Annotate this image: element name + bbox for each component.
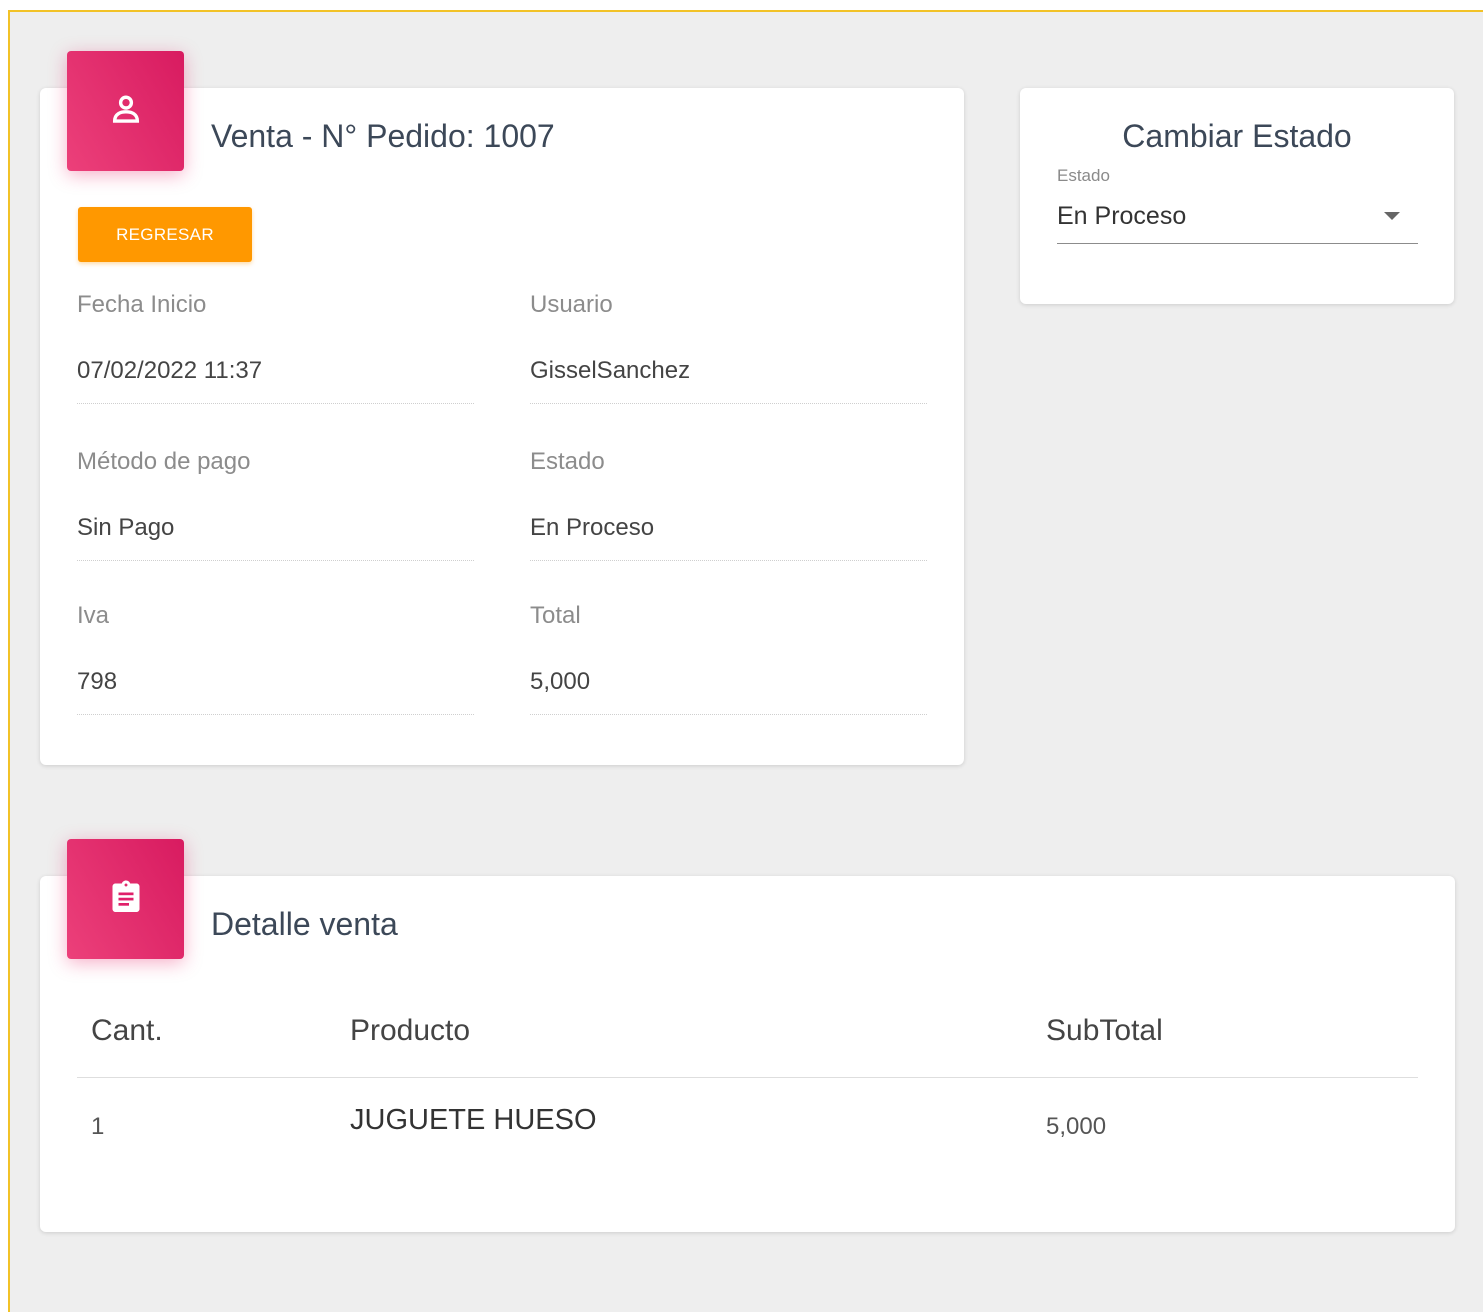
table-separator [77,1077,1418,1078]
column-header-subtotal: SubTotal [1046,1014,1163,1047]
venta-card-title: Venta - N° Pedido: 1007 [211,118,555,154]
cell-cant: 1 [91,1113,105,1140]
fecha-inicio-label: Fecha Inicio [77,291,207,318]
venta-icon-badge [67,51,184,171]
detalle-venta-card: Detalle venta Cant. Producto SubTotal 1 … [40,876,1455,1232]
iva-label: Iva [77,602,110,629]
cell-producto: JUGUETE HUESO [350,1104,597,1136]
person-icon [109,92,143,131]
cambiar-estado-title: Cambiar Estado [1122,118,1352,154]
usuario-label: Usuario [530,291,613,318]
cambiar-estado-card: Cambiar Estado Estado En Proceso [1020,88,1454,304]
column-header-cant: Cant. [91,1014,163,1047]
field-underline [77,714,474,715]
field-usuario: Usuario GisselSanchez [530,291,927,404]
total-value: 5,000 [530,668,591,695]
field-underline [77,560,474,561]
metodo-pago-value: Sin Pago [77,514,175,541]
cell-subtotal: 5,000 [1046,1113,1107,1140]
field-underline [530,714,927,715]
field-estado: Estado En Proceso [530,448,927,561]
estado-select-label: Estado [1057,166,1110,185]
venta-card: Venta - N° Pedido: 1007 REGRESAR Fecha I… [40,88,964,765]
fecha-inicio-value: 07/02/2022 11:37 [77,357,263,384]
estado-select-value: En Proceso [1057,202,1187,230]
detalle-icon-badge [67,839,184,959]
estado-value: En Proceso [530,514,655,541]
estado-select[interactable]: En Proceso [1057,200,1418,244]
clipboard-icon [108,878,144,921]
iva-value: 798 [77,668,118,695]
field-underline [530,560,927,561]
column-header-producto: Producto [350,1014,471,1047]
field-underline [77,403,474,404]
field-total: Total 5,000 [530,602,927,715]
caret-down-icon[interactable] [1384,212,1400,220]
total-label: Total [530,602,581,629]
usuario-value: GisselSanchez [530,357,691,384]
metodo-pago-label: Método de pago [77,448,251,475]
field-underline [530,403,927,404]
field-fecha-inicio: Fecha Inicio 07/02/2022 11:37 [77,291,474,404]
field-metodo-pago: Método de pago Sin Pago [77,448,474,561]
page-frame: Venta - N° Pedido: 1007 REGRESAR Fecha I… [8,10,1483,1312]
regresar-button[interactable]: REGRESAR [78,207,252,262]
field-iva: Iva 798 [77,602,474,715]
estado-label: Estado [530,448,605,475]
detalle-venta-title: Detalle venta [211,906,398,942]
